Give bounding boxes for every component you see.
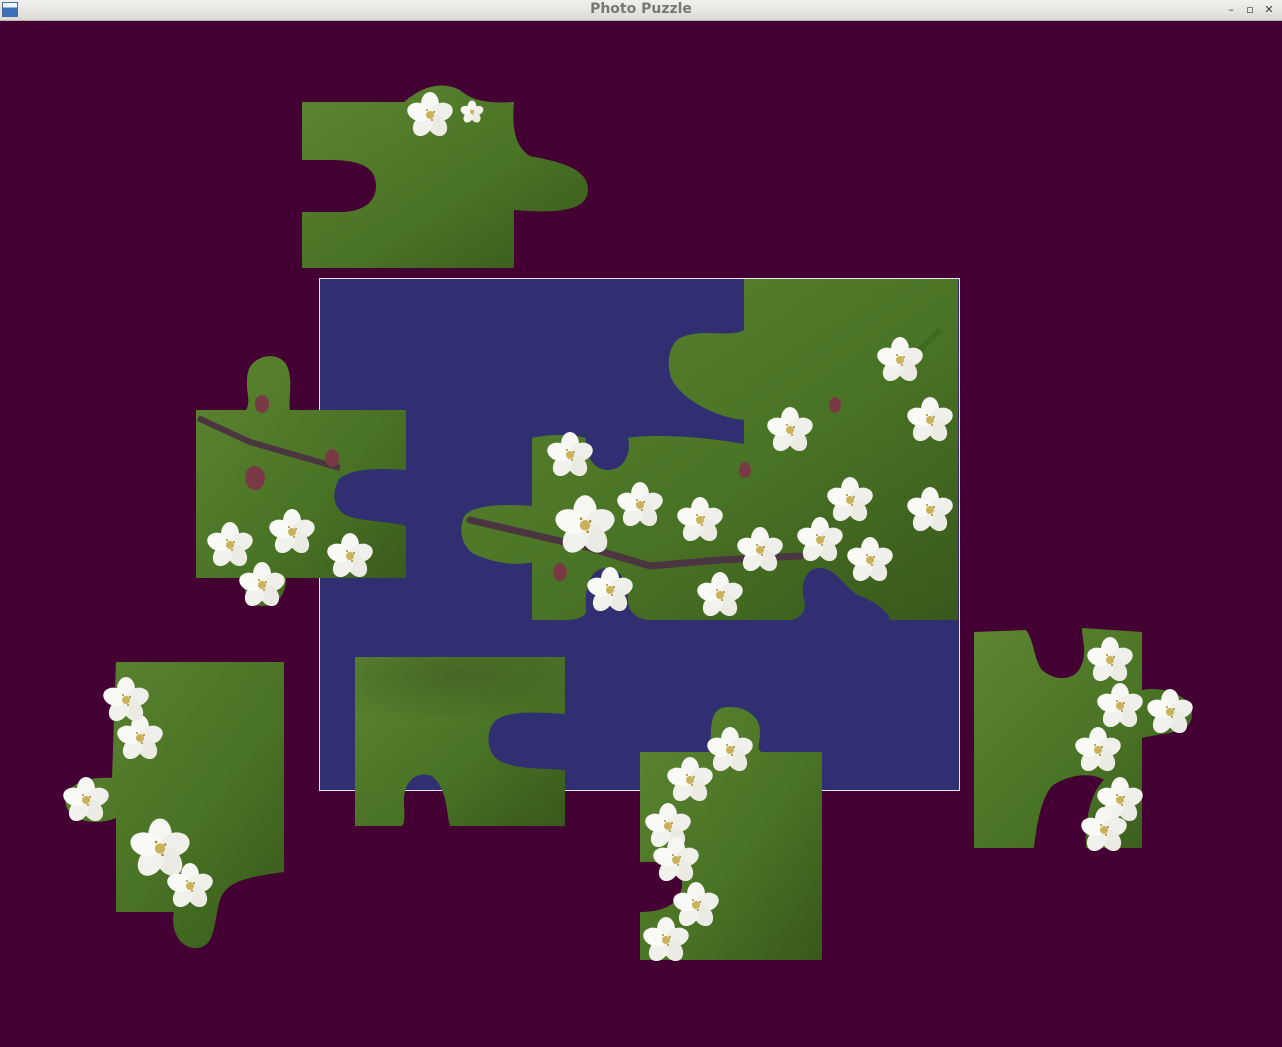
puzzle-piece-top[interactable]	[302, 85, 588, 268]
window-title: Photo Puzzle	[590, 1, 692, 17]
puzzle-piece-bottom-left[interactable]	[60, 662, 285, 949]
minimize-button[interactable]: –	[1222, 1, 1240, 18]
close-button[interactable]: ✕	[1260, 1, 1278, 18]
maximize-button[interactable]: ▫	[1241, 1, 1259, 18]
puzzle-canvas[interactable]	[0, 21, 1282, 1047]
title-bar[interactable]: Photo Puzzle – ▫ ✕	[0, 0, 1282, 21]
puzzle-piece-right[interactable]	[974, 628, 1196, 855]
